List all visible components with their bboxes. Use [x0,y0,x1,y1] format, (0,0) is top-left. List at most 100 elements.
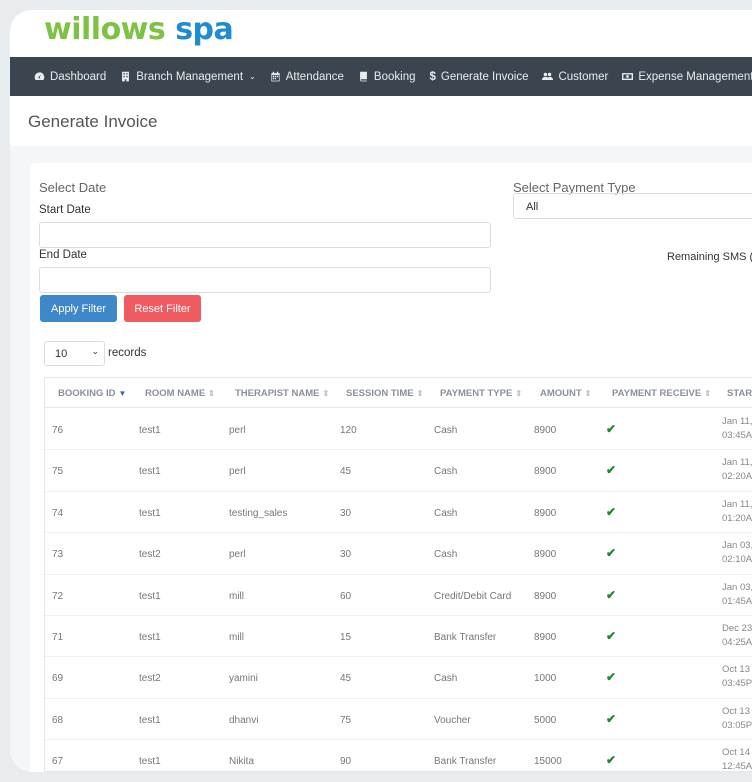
start-time: 04:25A [722,637,752,648]
cell-booking-id: 72 [52,590,64,602]
start-time: 02:10A [722,554,752,566]
cell-start: Jan 03, 02:10A [722,539,752,567]
reset-filter-button[interactable]: Reset Filter [124,295,201,322]
cell-therapist-name: mill [229,632,244,643]
cell-therapist-name: perl [229,466,246,478]
start-date: Jan 11, [722,498,752,510]
cell-amount: 8900 [534,632,557,643]
book-icon [359,71,367,82]
cell-booking-id: 73 [52,549,64,561]
apply-filter-button[interactable]: Apply Filter [40,295,117,322]
cell-payment-type: Cash [434,549,458,561]
start-date: Jan 03, [722,581,752,593]
money-icon [622,73,634,80]
cell-booking-id: 76 [52,425,64,436]
column-header-payment-type[interactable]: PAYMENT TYPE ⇕ [440,388,522,399]
nav-item-dashboard[interactable]: Dashboard [34,71,106,83]
table-row[interactable]: 72 test1 mill 60 Credit/Debit Card 8900 ✔ Jan 0… [45,575,752,616]
calendar-icon [271,71,280,82]
start-time: 01:45A [722,595,752,607]
cell-room-name: test1 [139,632,161,643]
cell-room-name: test2 [139,673,161,685]
nav-item-attendance[interactable]: Attendance [270,71,344,83]
cell-payment-type: Cash [434,507,458,519]
cell-room-name: test1 [139,590,161,602]
cell-payment-type: Cash [434,673,458,685]
chevron-down-icon: ⌄ [91,346,99,356]
cell-start: Oct 13 03:45P [722,663,752,691]
cell-session-time: 120 [340,425,357,436]
cell-payment-type: Credit/Debit Card [434,590,512,602]
nav-item-generate-invoice[interactable]: $ Generate Invoice [429,71,528,83]
table-row[interactable]: 74 test1 testing_sales 30 Cash 8900 ✔ Jan 11, 01… [45,492,752,534]
table-row[interactable]: 75 test1 perl 45 Cash 8900 ✔ Jan 11, 02:20A [45,450,752,492]
remaining-sms: Remaining SMS ( [667,251,752,263]
cell-therapist-name: Nikita [229,756,255,768]
nav-item-label: Dashboard [50,70,107,83]
nav-item-booking[interactable]: Booking [358,71,415,83]
start-date: Oct 13 [722,664,750,676]
cell-payment-type: Bank Transfer [434,756,497,768]
end-date-input[interactable] [39,267,491,293]
table-row[interactable]: 69 test2 yamini 45 Cash 1000 ✔ Oct 13 03:45P [45,657,752,699]
cell-amount: 8900 [534,549,557,561]
start-time: 03:05P [722,719,752,731]
cell-therapist-name: yamini [229,673,258,685]
sort-icon: ⇕ [208,389,215,398]
brand-logo[interactable]: willows spa [44,12,234,47]
start-date: Oct 14 [722,747,750,759]
cell-amount: 8900 [534,590,557,602]
nav-item-customer[interactable]: Customer [542,71,608,83]
nav-item-label: Customer [558,70,609,83]
check-icon: ✔ [606,422,617,436]
start-time: 03:45A [722,430,752,441]
cell-therapist-name: perl [229,549,246,561]
cell-therapist-name: mill [229,590,244,602]
table-row[interactable]: 76 test1 perl 120 Cash 8900 ✔ Jan 11, 03:45A [45,409,752,451]
payment-type-value: All [526,201,539,213]
check-icon: ✔ [606,504,617,519]
app-window: willows spa Dashboard Branch Management … [10,10,752,772]
check-icon: ✔ [606,546,617,561]
chevron-down-icon: ⌄ [249,72,256,81]
column-header-start[interactable]: STAR [727,388,752,399]
cell-amount: 1000 [534,673,557,685]
cell-start: Jan 11, 02:20A [722,456,752,484]
invoice-card: Select Date Start Date End Date Select P… [30,163,752,772]
cell-room-name: test1 [139,425,161,436]
start-time: 01:20A [722,512,752,524]
cell-therapist-name: dhanvi [229,714,259,726]
start-date-input[interactable] [39,222,491,248]
cell-start: Oct 14 12:45A [722,746,752,772]
top-nav: Dashboard Branch Management ⌄ Attendance… [10,57,752,96]
building-icon [122,71,130,82]
nav-item-expense-management[interactable]: Expense Management ⌄ [622,71,752,83]
logo-bar: willows spa [10,10,752,57]
table-row[interactable]: 67 test1 Nikita 90 Bank Transfer 15000 ✔ Oct 14… [45,740,752,772]
column-header-room-name[interactable]: ROOM NAME ⇕ [145,388,215,399]
nav-item-label: Expense Management [638,70,752,83]
cell-room-name: test1 [139,756,161,768]
cell-session-time: 45 [340,673,352,685]
nav-item-branch-management[interactable]: Branch Management ⌄ [120,71,256,83]
table-row[interactable]: 71 test1 mill 15 Bank Transfer 8900 ✔ Dec 23 04:… [45,616,752,658]
sort-icon: ⇕ [416,389,424,398]
column-header-session-time[interactable]: SESSION TIME ⇕ [346,388,423,399]
cell-therapist-name: testing_sales [229,507,288,519]
table-header: BOOKING ID ▼ ROOM NAME ⇕ THERAPIST NAME ⇕ S… [45,378,752,408]
payment-type-select[interactable]: All [513,193,752,219]
page-length-select[interactable]: 10 ⌄ [44,341,105,366]
page-title: Generate Invoice [28,112,158,131]
page-length-value: 10 [55,348,68,360]
column-header-amount[interactable]: AMOUNT ⇕ [540,388,591,399]
invoice-table: BOOKING ID ▼ ROOM NAME ⇕ THERAPIST NAME ⇕ S… [44,377,752,772]
start-time: 12:45A [722,761,752,772]
column-header-therapist-name[interactable]: THERAPIST NAME ⇕ [235,388,329,399]
check-icon: ✔ [606,753,617,768]
table-row[interactable]: 73 test2 perl 30 Cash 8900 ✔ Jan 03, 02:10A [45,533,752,575]
column-header-payment-receive[interactable]: PAYMENT RECEIVE ⇕ [612,388,711,399]
brand-name-part1: willows [44,12,166,47]
column-header-booking-id[interactable]: BOOKING ID ▼ [58,388,126,399]
table-row[interactable]: 68 test1 dhanvi 75 Voucher 5000 ✔ Oct 13 03:05P [45,699,752,741]
cell-session-time: 30 [340,507,352,519]
